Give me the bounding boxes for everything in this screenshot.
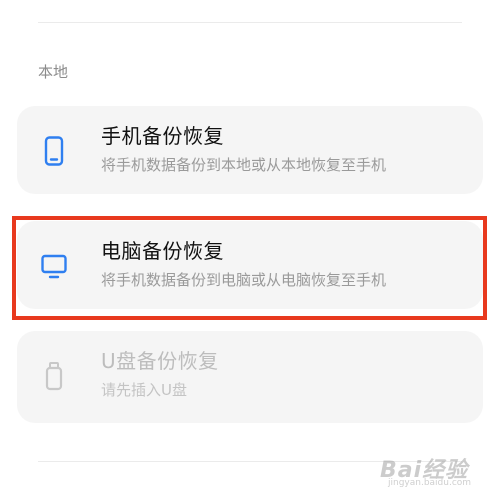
computer-backup-title: 电脑备份恢复 bbox=[101, 239, 224, 263]
watermark-subtext: jingyan.baidu.com bbox=[388, 478, 472, 488]
usb-backup-option[interactable]: U盘备份恢复 请先插入U盘 bbox=[17, 331, 483, 423]
usb-backup-subtitle: 请先插入U盘 bbox=[101, 381, 187, 399]
phone-backup-title: 手机备份恢复 bbox=[101, 124, 224, 148]
usb-drive-icon bbox=[45, 362, 63, 391]
section-label-local: 本地 bbox=[38, 63, 69, 81]
usb-backup-title: U盘备份恢复 bbox=[101, 349, 219, 373]
computer-monitor-icon bbox=[41, 254, 67, 279]
computer-backup-subtitle: 将手机数据备份到电脑或从电脑恢复至手机 bbox=[101, 271, 387, 289]
computer-backup-option[interactable]: 电脑备份恢复 将手机数据备份到电脑或从电脑恢复至手机 bbox=[17, 221, 483, 309]
phone-icon bbox=[44, 136, 64, 166]
watermark-logo: Bai经验 jingyan.baidu.com bbox=[380, 452, 490, 492]
top-divider bbox=[38, 22, 462, 23]
phone-backup-option[interactable]: 手机备份恢复 将手机数据备份到本地或从本地恢复至手机 bbox=[17, 106, 483, 194]
phone-backup-subtitle: 将手机数据备份到本地或从本地恢复至手机 bbox=[101, 156, 387, 174]
